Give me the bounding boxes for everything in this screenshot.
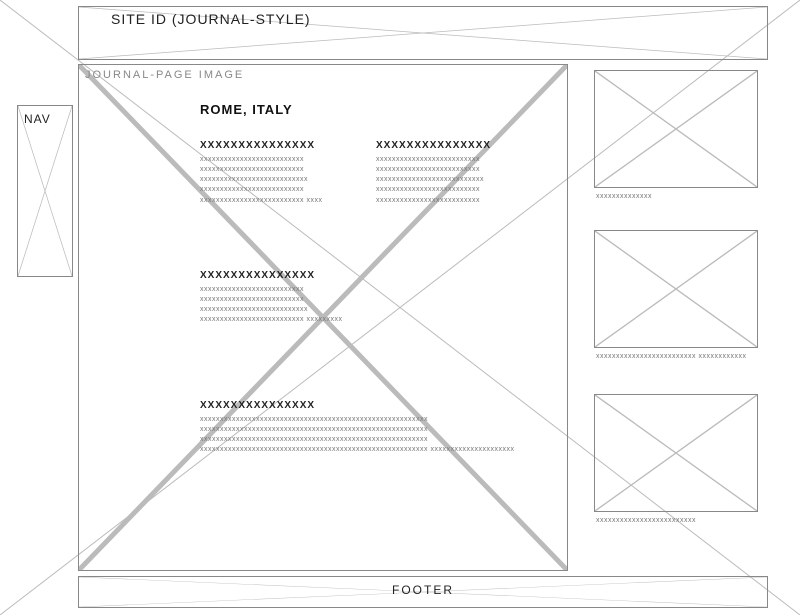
sidebar-caption-1: xxxxxxxxxxxxxx [596, 192, 652, 201]
sidebar-caption-2: xxxxxxxxxxxxxxxxxxxxxxxxx xxxxxxxxxxxx [596, 352, 746, 361]
nav-label: NAV [24, 112, 51, 126]
article-section-4: XXXXXXXXXXXXXXX xxxxxxxxxxxxxxxxxxxxxxxx… [200, 400, 550, 456]
section-body: xxxxxxxxxxxxxxxxxxxxxxxxxx xxxxxxxxxxxxx… [200, 155, 362, 206]
sidebar-thumb-1[interactable] [594, 70, 758, 188]
sidebar-thumb-2[interactable] [594, 230, 758, 348]
sidebar-caption-3: xxxxxxxxxxxxxxxxxxxxxxxxx [596, 516, 696, 525]
article-section-2: XXXXXXXXXXXXXXX xxxxxxxxxxxxxxxxxxxxxxxx… [376, 140, 538, 206]
nav-region[interactable]: NAV [17, 105, 73, 277]
section-heading: XXXXXXXXXXXXXXX [200, 270, 362, 281]
journal-image-label: JOURNAL-PAGE IMAGE [85, 69, 244, 81]
footer-label: FOOTER [79, 583, 767, 597]
site-id: SITE ID (JOURNAL-STYLE) [111, 11, 311, 27]
sidebar-thumb-3[interactable] [594, 394, 758, 512]
section-heading: XXXXXXXXXXXXXXX [200, 140, 362, 151]
site-footer: FOOTER [78, 576, 768, 608]
section-body: xxxxxxxxxxxxxxxxxxxxxxxxxx xxxxxxxxxxxxx… [200, 285, 362, 326]
section-heading: XXXXXXXXXXXXXXX [200, 400, 550, 411]
article-section-1: XXXXXXXXXXXXXXX xxxxxxxxxxxxxxxxxxxxxxxx… [200, 140, 362, 206]
article-section-3: XXXXXXXXXXXXXXX xxxxxxxxxxxxxxxxxxxxxxxx… [200, 270, 362, 326]
section-body: xxxxxxxxxxxxxxxxxxxxxxxxxx xxxxxxxxxxxxx… [376, 155, 538, 206]
site-header: SITE ID (JOURNAL-STYLE) [78, 6, 768, 60]
section-heading: XXXXXXXXXXXXXXX [376, 140, 538, 151]
section-body: xxxxxxxxxxxxxxxxxxxxxxxxxxxxxxxxxxxxxxxx… [200, 415, 550, 456]
page-title: ROME, ITALY [200, 102, 293, 117]
